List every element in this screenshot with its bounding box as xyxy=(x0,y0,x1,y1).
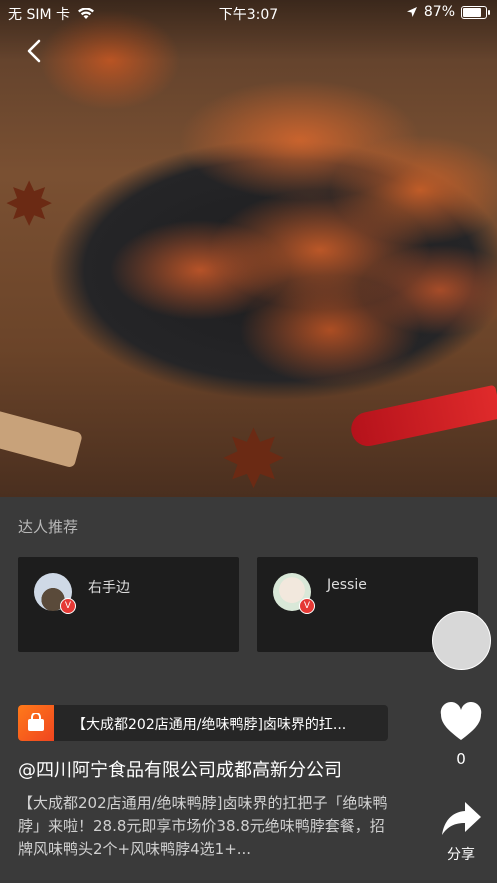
promo-link[interactable]: 【大成都202店通用/绝味鸭脖]卤味界的扛... xyxy=(18,705,388,741)
like-count: 0 xyxy=(456,750,466,768)
floating-circle-button[interactable] xyxy=(432,611,491,670)
location-arrow-icon xyxy=(406,7,417,17)
influencer-name: Jessie xyxy=(327,577,367,593)
hero-image: ✸ ✸ xyxy=(0,0,497,497)
company-name[interactable]: @四川阿宁食品有限公司成都高新分公司 xyxy=(18,756,342,782)
heart-icon xyxy=(440,702,482,740)
share-button[interactable]: 分享 xyxy=(436,800,486,864)
star-anise-decoration-2: ✸ xyxy=(220,413,288,498)
promo-text: 【大成都202店通用/绝味鸭脖]卤味界的扛... xyxy=(72,717,347,733)
status-bar: 无 SIM 卡 下午3:07 87% xyxy=(0,0,497,26)
share-arrow-icon xyxy=(442,802,481,835)
verified-badge-icon: V xyxy=(299,598,315,614)
post-description: 【大成都202店通用/绝味鸭脖]卤味界的扛把子「绝味鸭脖」来啦！28.8元即享市… xyxy=(18,794,388,858)
influencer-card[interactable]: V 右手边 xyxy=(18,557,239,652)
shopping-bag-icon xyxy=(18,705,54,741)
verified-badge-icon: V xyxy=(60,598,76,614)
battery-percent: 87% xyxy=(423,4,455,20)
share-label: 分享 xyxy=(447,847,475,863)
section-title: 达人推荐 xyxy=(18,518,79,536)
battery-icon xyxy=(461,5,490,19)
star-anise-decoration: ✸ xyxy=(4,170,55,240)
like-button[interactable]: 0 xyxy=(438,702,484,768)
chili-decoration xyxy=(348,384,497,450)
influencer-name: 右手边 xyxy=(88,580,130,596)
status-right: 87% xyxy=(406,4,490,20)
back-button[interactable] xyxy=(22,36,48,66)
cinnamon-decoration xyxy=(0,407,83,469)
chevron-left-icon xyxy=(27,39,41,63)
